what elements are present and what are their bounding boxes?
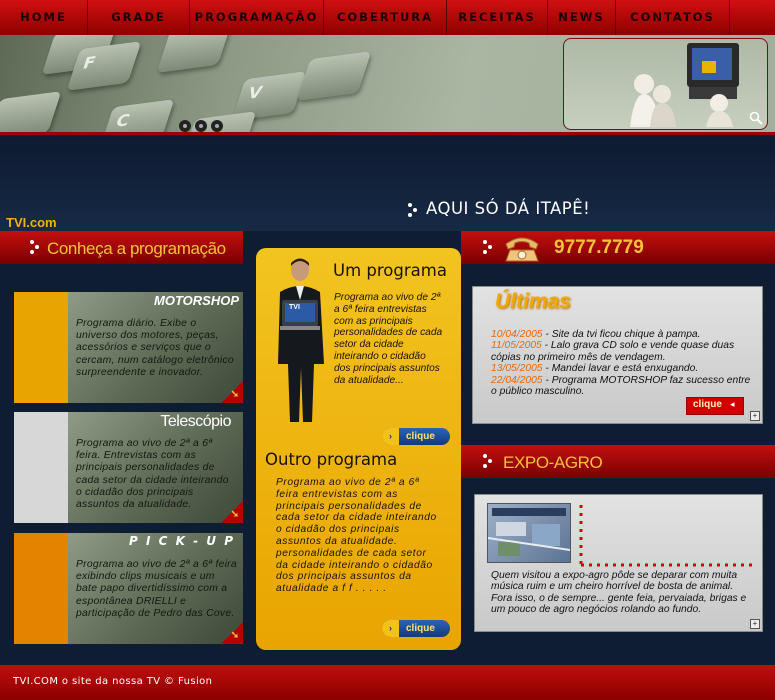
section-title: Conheça a programação xyxy=(47,239,226,258)
program2-clique-button[interactable]: › clique xyxy=(382,620,450,637)
news-item[interactable]: 11/05/2005 - Lalo grava CD solo e vende … xyxy=(491,340,755,363)
film-reel-icon xyxy=(179,120,223,132)
nav-grade[interactable]: GRADE xyxy=(88,0,190,35)
presenter-photo xyxy=(278,258,324,422)
card-accent xyxy=(14,292,68,403)
site-logo[interactable]: TVI.com xyxy=(6,215,57,230)
telephone-icon xyxy=(505,237,539,262)
dots-icon xyxy=(483,454,495,468)
phone-bar: 9777.7779 xyxy=(461,231,775,264)
tv-illustration xyxy=(630,43,739,127)
news-panel: Últimas 10/04/2005 - Site da tvi ficou c… xyxy=(472,286,763,424)
top-nav: HOME GRADE PROGRAMAÇÃO COBERTURA RECEITA… xyxy=(0,0,775,36)
program-card-motorshop[interactable]: MOTORSHOP Programa diário. Exibe o unive… xyxy=(14,292,243,403)
nav-receitas[interactable]: RECEITAS xyxy=(447,0,548,35)
keyboard-key-c: C xyxy=(99,99,175,133)
program2-title: Outro programa xyxy=(265,450,398,469)
arrow-corner-icon[interactable]: ➘ xyxy=(221,381,243,403)
featured-programs-panel: TVI Um programa Programa ao vivo de 2ª a… xyxy=(256,248,461,650)
nav-news[interactable]: NEWS xyxy=(548,0,616,35)
program1-text: Programa ao vivo de 2ª a 6ª feira entrev… xyxy=(334,292,443,386)
dots-icon xyxy=(483,240,495,254)
arrow-icon: › xyxy=(382,428,399,445)
news-clique-button[interactable]: clique ◂ xyxy=(686,397,744,415)
nav-home[interactable]: HOME xyxy=(0,0,88,35)
card-text: Programa ao vivo de 2ª a 6ª feira. Entre… xyxy=(76,438,229,511)
news-list: 10/04/2005 - Site da tvi ficou chique à … xyxy=(491,329,755,397)
card-title: MOTORSHOP xyxy=(154,293,239,308)
nav-cobertura[interactable]: COBERTURA xyxy=(324,0,447,35)
card-title: P I C K - U P xyxy=(129,534,235,548)
card-body: P I C K - U P Programa ao vivo de 2ª a 6… xyxy=(68,533,243,644)
header-banner: F V C xyxy=(0,35,775,133)
card-body: MOTORSHOP Programa diário. Exibe o unive… xyxy=(68,292,243,403)
programacao-bar: Conheça a programação xyxy=(0,231,243,264)
arrow-icon: › xyxy=(382,620,399,637)
footer-text: TVI.COM o site da nossa TV © Fusion xyxy=(13,676,213,687)
footer: TVI.COM o site da nossa TV © Fusion xyxy=(0,665,775,700)
keyboard-key xyxy=(0,91,62,133)
ultimas-title: Últimas xyxy=(495,290,571,313)
card-text: Programa diário. Exibe o universo dos mo… xyxy=(76,318,234,378)
expo-agro-panel: Quem visitou a expo-agro pôde se deparar… xyxy=(474,494,763,632)
card-body: Telescópio Programa ao vivo de 2ª a 6ª f… xyxy=(68,412,243,523)
program-card-telescopio[interactable]: Telescópio Programa ao vivo de 2ª a 6ª f… xyxy=(14,412,243,523)
expand-icon[interactable]: + xyxy=(750,411,760,421)
card-accent xyxy=(14,533,68,644)
phone-number: 9777.7779 xyxy=(554,237,644,258)
program1-title: Um programa xyxy=(333,261,447,280)
kids-watching-tv-photo xyxy=(563,38,768,130)
zoom-icon[interactable] xyxy=(749,111,763,125)
keyboard-key xyxy=(156,35,232,73)
news-item[interactable]: 13/05/2005 - Mandei lavar e está enxugan… xyxy=(491,363,755,374)
card-text: Programa ao vivo de 2ª a 6ª feira exibin… xyxy=(76,559,237,619)
expo-agro-map-thumbnail[interactable] xyxy=(487,503,571,563)
dotted-connector xyxy=(579,505,753,567)
card-title: Telescópio xyxy=(160,413,231,430)
keyboard-key xyxy=(296,51,372,101)
expand-icon[interactable]: + xyxy=(750,619,760,629)
nav-programacao[interactable]: PROGRAMAÇÃO xyxy=(190,0,324,35)
program-card-pickup[interactable]: P I C K - U P Programa ao vivo de 2ª a 6… xyxy=(14,533,243,644)
expo-agro-title: EXPO-AGRO xyxy=(503,453,603,472)
map-illustration xyxy=(487,508,571,556)
arrow-corner-icon[interactable]: ➘ xyxy=(221,501,243,523)
expo-agro-text: Quem visitou a expo-agro pôde se deparar… xyxy=(491,570,747,616)
news-item[interactable]: 22/04/2005 - Programa MOTORSHOP faz suce… xyxy=(491,375,755,398)
card-accent xyxy=(14,412,68,523)
expo-agro-bar: EXPO-AGRO xyxy=(461,445,775,478)
tagline-band: AQUI SÓ DÁ ITAPÊ! TVI.com xyxy=(0,135,775,231)
program2-text: Programa ao vivo de 2ª a 6ª feira entrev… xyxy=(276,477,437,595)
dots-icon xyxy=(30,240,42,254)
nav-contatos[interactable]: CONTATOS xyxy=(616,0,730,35)
tagline: AQUI SÓ DÁ ITAPÊ! xyxy=(426,199,591,218)
laptop-logo: TVI xyxy=(289,304,300,311)
arrow-icon: ◂ xyxy=(730,399,735,409)
arrow-corner-icon[interactable]: ➘ xyxy=(221,622,243,644)
news-item[interactable]: 10/04/2005 - Site da tvi ficou chique à … xyxy=(491,329,755,340)
program1-clique-button[interactable]: › clique xyxy=(382,428,450,445)
dots-icon xyxy=(408,203,420,217)
